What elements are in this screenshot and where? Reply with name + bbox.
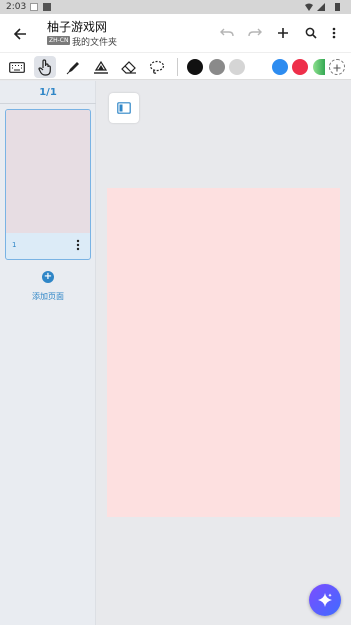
eraser-icon[interactable] (118, 56, 140, 78)
notification-icon (30, 3, 38, 11)
color-swatch-green[interactable] (313, 59, 325, 75)
undo-icon[interactable] (216, 22, 238, 44)
redo-icon[interactable] (244, 22, 266, 44)
page-sidebar: 1/1 1 + 添加页面 (0, 81, 96, 625)
color-swatch-blue[interactable] (272, 59, 288, 75)
status-bar: 2:03 (0, 0, 351, 14)
keyboard-icon[interactable] (6, 56, 28, 78)
system-status-icons (305, 3, 340, 11)
app-bar: 柚子游戏网 ZH-CN 我的文件夹 (0, 14, 351, 52)
color-swatch-red[interactable] (292, 59, 308, 75)
add-color-button[interactable] (329, 59, 345, 75)
page-thumbnail[interactable]: 1 (5, 109, 91, 260)
add-icon[interactable] (272, 22, 294, 44)
status-time: 2:03 (6, 2, 27, 12)
toggle-sidebar-button[interactable] (109, 93, 139, 123)
canvas-area[interactable] (97, 81, 351, 625)
sparkle-icon (318, 593, 332, 607)
color-swatch-black[interactable] (187, 59, 203, 75)
back-arrow-icon[interactable] (8, 22, 32, 46)
highlighter-icon[interactable] (90, 56, 112, 78)
document-title[interactable]: 柚子游戏网 (47, 18, 107, 35)
hand-pointer-icon[interactable] (34, 56, 56, 78)
add-icon (333, 64, 341, 72)
notification-icon (43, 3, 51, 11)
more-vert-icon[interactable] (323, 22, 345, 44)
pen-icon[interactable] (62, 56, 84, 78)
toolbar-divider (177, 58, 178, 76)
document-page[interactable] (107, 188, 340, 517)
more-vert-icon[interactable] (72, 237, 84, 253)
lasso-icon[interactable] (146, 56, 168, 78)
add-circle-icon[interactable]: + (42, 271, 54, 283)
color-swatch-gray[interactable] (209, 59, 225, 75)
ai-sparkle-button[interactable] (309, 584, 341, 616)
search-icon[interactable] (300, 22, 322, 44)
tool-bar (0, 52, 351, 80)
color-swatch-white[interactable] (250, 59, 266, 75)
divider (0, 103, 96, 104)
page-thumbnail-preview[interactable] (6, 110, 90, 233)
color-swatch-light-gray[interactable] (229, 59, 245, 75)
add-page-label[interactable]: 添加页面 (0, 291, 96, 302)
page-count: 1/1 (39, 87, 57, 98)
page-number: 1 (12, 241, 17, 249)
language-badge: ZH-CN (47, 36, 71, 45)
folder-name[interactable]: 我的文件夹 (72, 35, 117, 48)
sidebar-panel-icon (117, 102, 131, 114)
